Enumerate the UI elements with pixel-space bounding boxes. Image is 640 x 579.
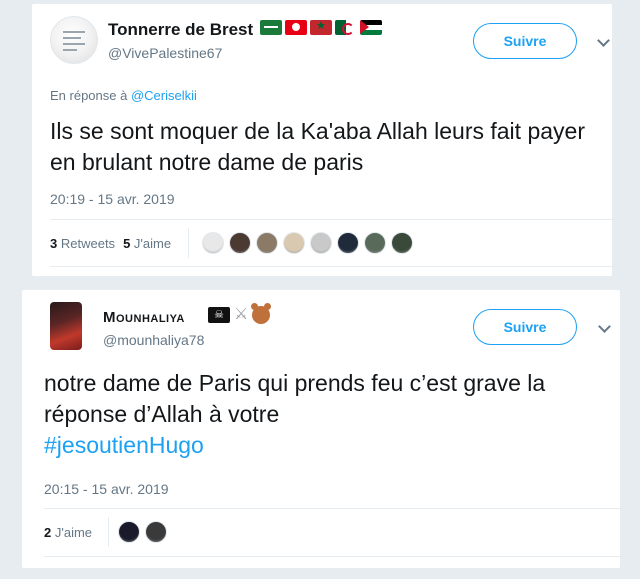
likes-label: J'aime	[133, 236, 172, 251]
liker-avatar[interactable]	[145, 521, 167, 543]
liker-avatar[interactable]	[118, 521, 140, 543]
palestine-flag-icon	[360, 20, 382, 35]
retweets-count: 3	[50, 236, 58, 251]
timestamp[interactable]: 20:19 - 15 avr. 2019	[50, 191, 175, 207]
likers-avatars	[118, 521, 167, 543]
timestamp[interactable]: 20:15 - 15 avr. 2019	[44, 481, 169, 497]
chevron-down-icon[interactable]	[598, 320, 611, 333]
liker-avatar[interactable]	[229, 232, 251, 254]
likers-avatars	[202, 232, 413, 254]
user-handle[interactable]: @mounhaliya78	[103, 332, 204, 348]
liker-avatar[interactable]	[256, 232, 278, 254]
pirate-flag-icon: ☠	[208, 307, 230, 323]
follow-button[interactable]: Suivre	[473, 309, 577, 345]
follow-button[interactable]: Suivre	[473, 23, 577, 59]
reply-mention-link[interactable]: @Ceriselkii	[131, 88, 197, 103]
liker-avatar[interactable]	[310, 232, 332, 254]
liker-avatar[interactable]	[364, 232, 386, 254]
divider	[108, 517, 109, 547]
user-handle[interactable]: @VivePalestine67	[108, 45, 222, 61]
name-flags	[260, 20, 382, 35]
divider	[44, 556, 620, 557]
divider	[188, 228, 189, 258]
algeria-flag-icon	[335, 20, 357, 35]
liker-avatar[interactable]	[283, 232, 305, 254]
likes-stat[interactable]: 5 J'aime	[123, 236, 171, 251]
saudi-arabia-flag-icon	[260, 20, 282, 35]
liker-avatar[interactable]	[337, 232, 359, 254]
likes-count: 5	[123, 236, 131, 251]
liker-avatar[interactable]	[202, 232, 224, 254]
likes-stat[interactable]: 2 J'aime	[44, 525, 92, 540]
divider	[50, 266, 612, 267]
retweets-stat[interactable]: 3 Retweets	[50, 236, 115, 251]
tweet-card: Mounhaliya ☠ ⚔ @mounhaliya78 Suivre notr…	[22, 290, 620, 568]
morocco-flag-icon	[310, 20, 332, 35]
hashtag-link[interactable]: #jesoutienHugo	[44, 430, 584, 461]
tunisia-flag-icon	[285, 20, 307, 35]
tweet-body: notre dame de Paris qui prends feu c’est…	[44, 370, 546, 427]
tweet-card: Tonnerre de Brest @VivePalestine67 Suivr…	[32, 4, 612, 276]
display-name[interactable]: Mounhaliya	[103, 309, 185, 326]
reply-prefix: En réponse à	[50, 88, 128, 103]
chevron-down-icon[interactable]	[597, 34, 610, 47]
engagement-stats: 3 Retweets 5 J'aime	[50, 236, 171, 251]
tweet-text: notre dame de Paris qui prends feu c’est…	[44, 368, 584, 461]
avatar[interactable]	[50, 16, 98, 64]
retweets-label: Retweets	[60, 236, 116, 251]
avatar[interactable]	[50, 302, 82, 350]
display-name[interactable]: Tonnerre de Brest	[108, 20, 253, 40]
likes-count: 2	[44, 525, 52, 540]
reply-context: En réponse à @Ceriselkii	[50, 88, 197, 103]
tweet-text: Ils se sont moquer de la Ka'aba Allah le…	[50, 118, 585, 175]
teddy-bear-icon	[251, 303, 272, 324]
divider	[50, 219, 612, 220]
crossed-swords-icon: ⚔	[234, 306, 249, 323]
likes-label: J'aime	[54, 525, 93, 540]
engagement-stats: 2 J'aime	[44, 525, 92, 540]
divider	[44, 508, 620, 509]
name-emojis: ☠ ⚔	[208, 303, 272, 324]
liker-avatar[interactable]	[391, 232, 413, 254]
